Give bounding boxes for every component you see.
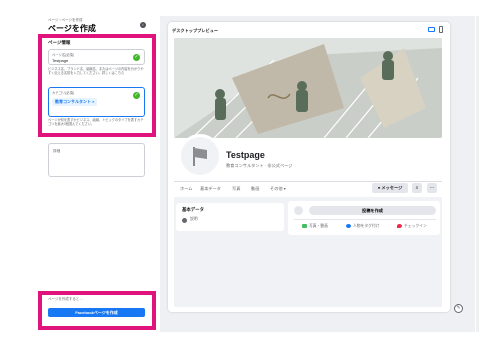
tag-people-label: 人物をタグ付け <box>353 224 380 228</box>
more-icon: ··· <box>429 185 435 191</box>
divider <box>174 181 442 182</box>
detail-label: 詳細 <box>53 149 61 153</box>
flag-icon <box>193 147 207 166</box>
photo-video-action[interactable]: 写真・動画 <box>302 224 328 229</box>
mobile-view-icon[interactable] <box>439 26 443 33</box>
search-button[interactable]: ⌕ <box>412 183 422 193</box>
message-button[interactable]: ● メッセージ <box>372 183 408 193</box>
tab-home[interactable]: ホーム <box>180 186 192 192</box>
preview-page-category: 教育コンサルタント · 非公式ページ <box>226 163 293 168</box>
messenger-icon: ● <box>377 185 381 190</box>
avatar <box>294 206 303 215</box>
location-pin-icon <box>397 224 402 228</box>
divider <box>294 219 436 220</box>
intro-text: 説明 <box>190 217 198 221</box>
info-icon <box>182 218 187 223</box>
preview-page-name: Testpage <box>226 150 265 160</box>
info-icon[interactable]: i <box>140 22 146 28</box>
detail-field[interactable] <box>48 143 145 177</box>
photo-video-label: 写真・動画 <box>309 224 328 228</box>
tag-people-icon <box>346 224 351 228</box>
desktop-view-icon[interactable] <box>428 27 435 32</box>
search-icon: ⌕ <box>415 185 419 191</box>
photo-icon <box>302 224 307 228</box>
tab-videos[interactable]: 動画 <box>251 186 259 192</box>
cover-image[interactable] <box>174 38 442 138</box>
create-post-button[interactable]: 投稿を作成 <box>309 206 436 215</box>
feedback-icon[interactable]: ✎ <box>454 304 463 313</box>
page-avatar[interactable] <box>178 134 222 178</box>
highlight-box-page-info <box>38 34 156 137</box>
check-in-action[interactable]: チェックイン <box>397 224 427 229</box>
message-button-label: メッセージ <box>381 185 403 190</box>
highlight-box-create-button <box>38 291 156 330</box>
tab-photos[interactable]: 写真 <box>232 186 240 192</box>
tab-more[interactable]: その他 ▾ <box>270 186 286 192</box>
scrollbar[interactable] <box>476 16 479 332</box>
intro-title: 基本データ <box>182 207 204 212</box>
more-button[interactable]: ··· <box>427 183 437 193</box>
preview-title: デスクトッププレビュー <box>172 28 219 33</box>
cover-illustration-icon <box>174 38 442 138</box>
tag-people-action[interactable]: 人物をタグ付け <box>346 224 380 229</box>
check-in-label: チェックイン <box>404 224 427 228</box>
tab-about[interactable]: 基本データ <box>200 186 221 192</box>
page-title: ページを作成 <box>48 24 96 33</box>
